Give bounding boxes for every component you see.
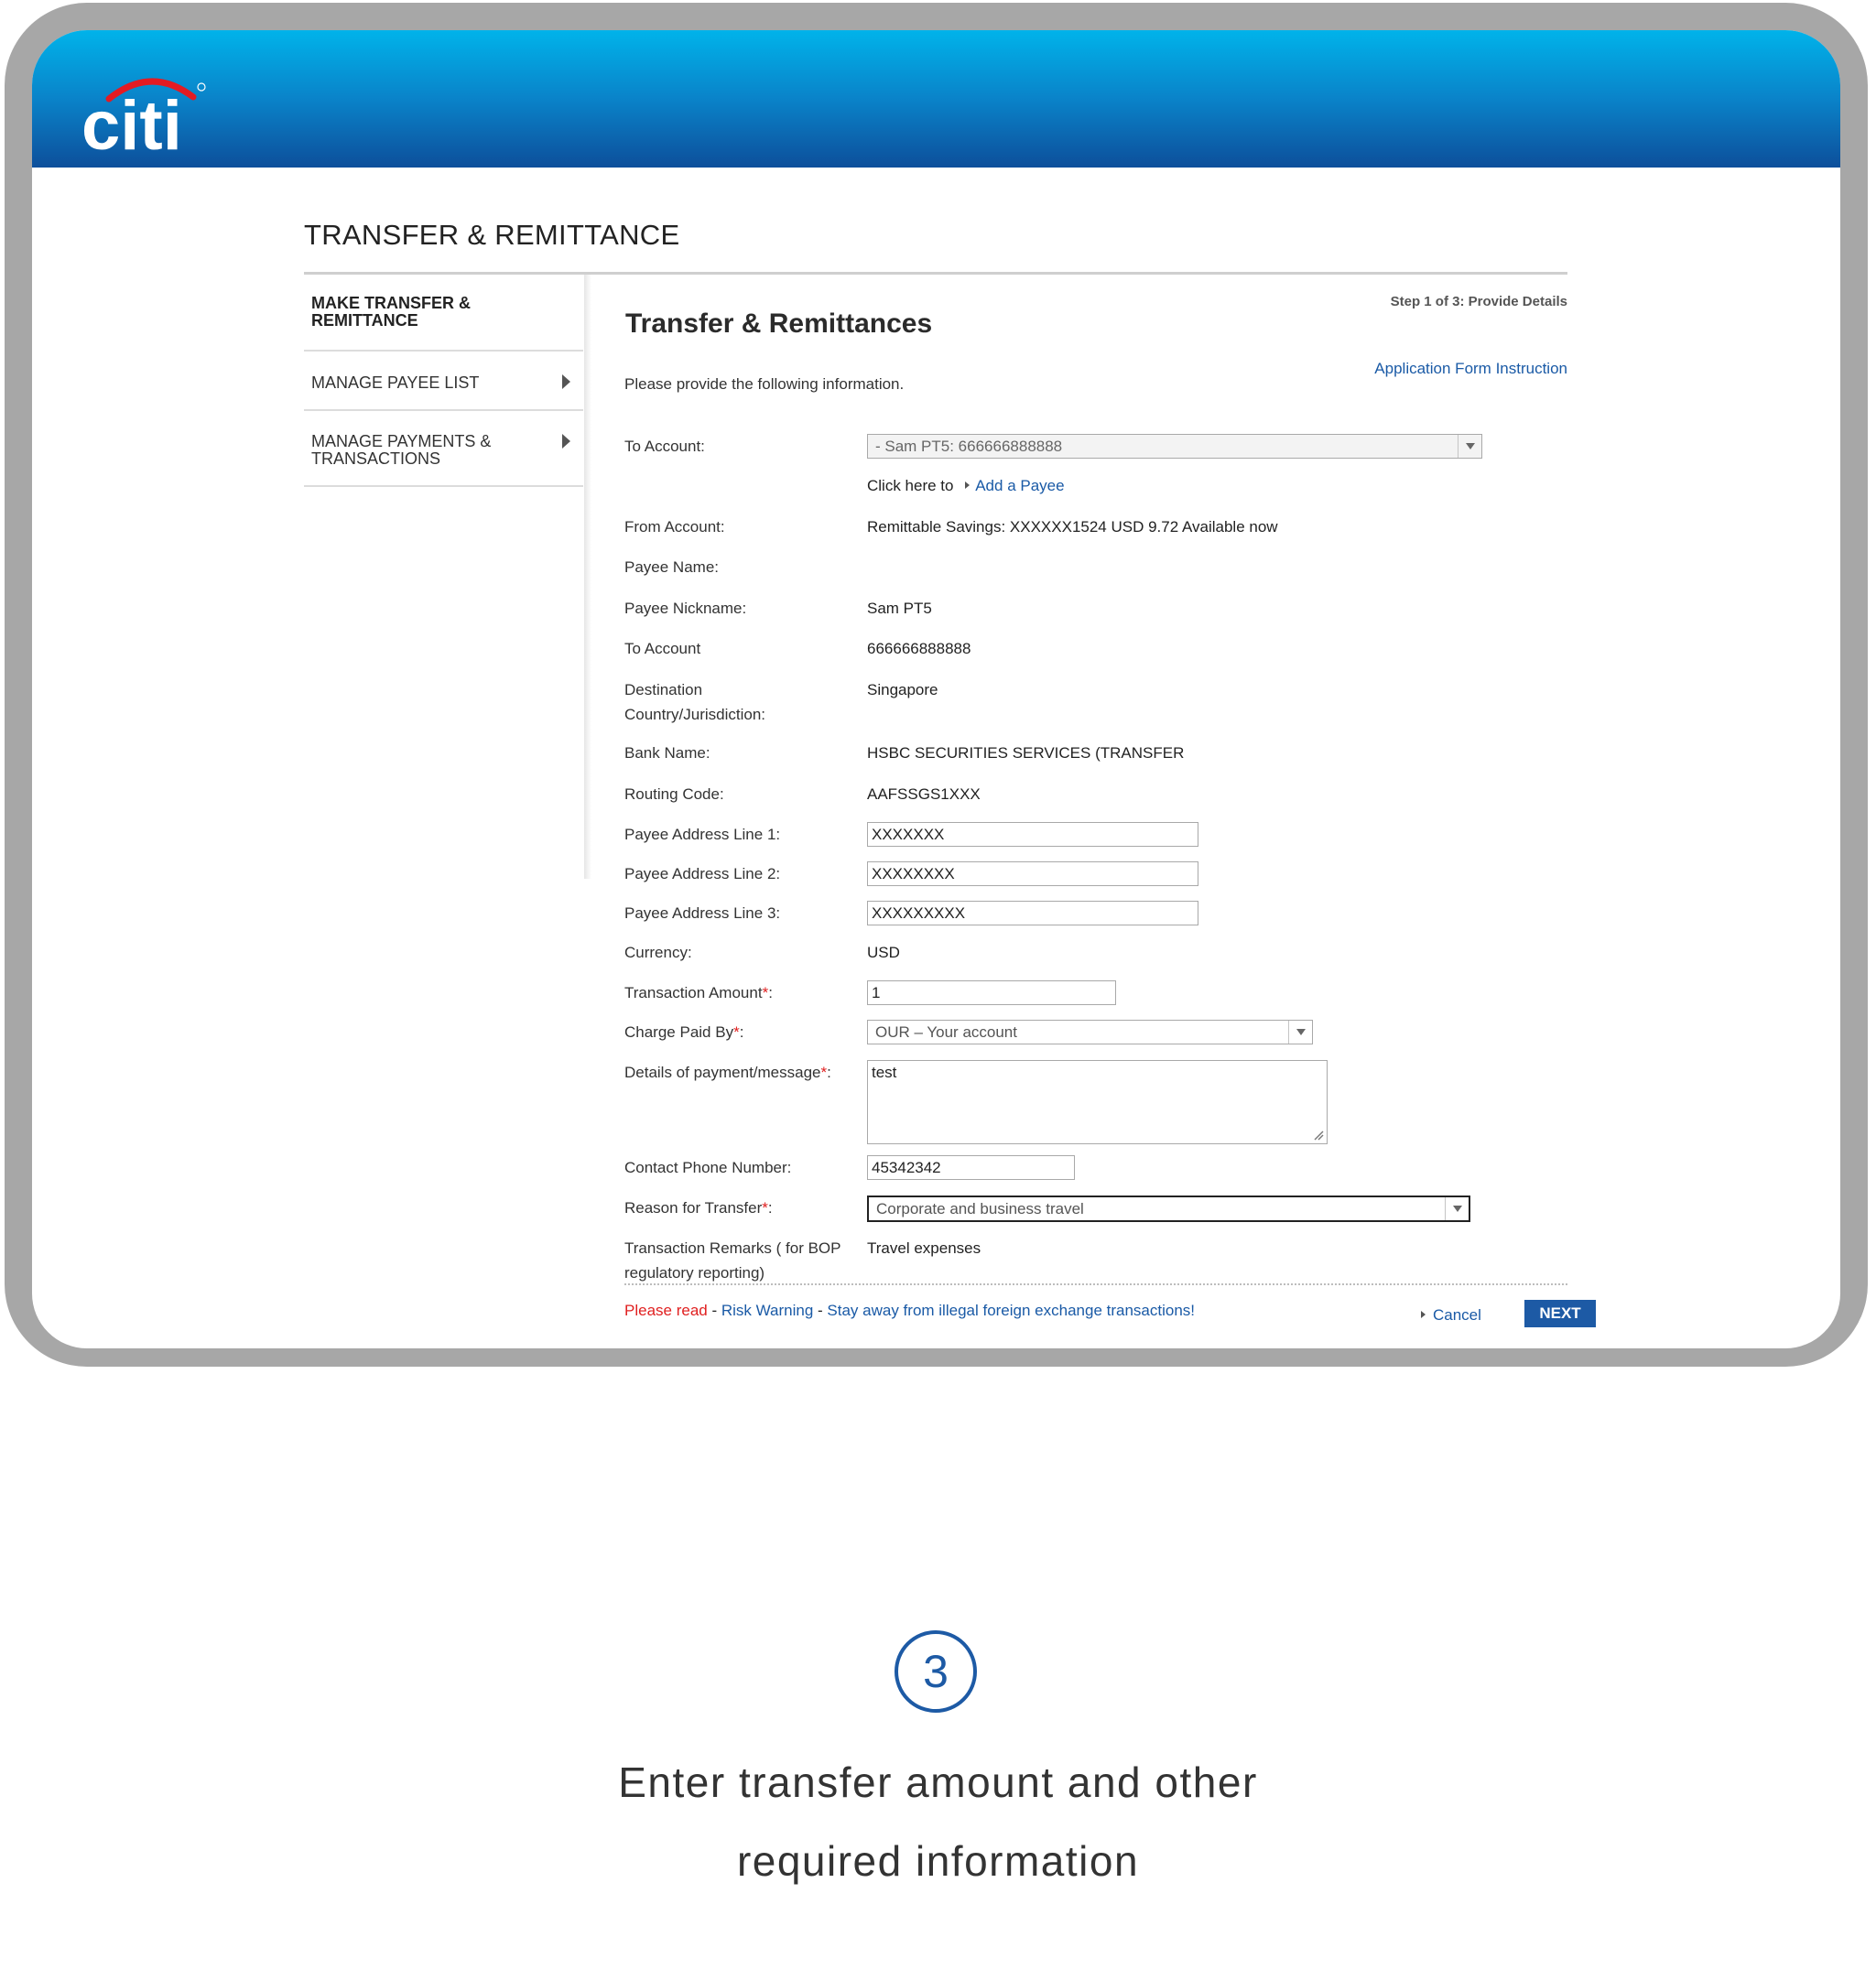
sidebar-item-label: MANAGE PAYEE LIST bbox=[311, 373, 480, 392]
dotted-divider bbox=[624, 1283, 1567, 1285]
destination-value: Singapore bbox=[867, 681, 938, 698]
step-indicator: Step 1 of 3: Provide Details bbox=[1390, 294, 1567, 309]
please-read-text: Please read bbox=[624, 1302, 708, 1319]
sidebar-item-label: MANAGE PAYMENTS & TRANSACTIONS bbox=[311, 432, 492, 468]
details-label: Details of payment/message*: bbox=[624, 1060, 831, 1085]
address-line-3-input[interactable]: XXXXXXXXX bbox=[867, 901, 1198, 925]
colon: : bbox=[768, 984, 773, 1001]
remarks-value: Travel expenses bbox=[867, 1239, 981, 1257]
sidebar-item-manage-payee-list[interactable]: MANAGE PAYEE LIST bbox=[304, 352, 583, 411]
intro-text: Please provide the following information… bbox=[624, 375, 905, 393]
address-line-2-input[interactable]: XXXXXXXX bbox=[867, 861, 1198, 886]
chevron-right-icon bbox=[562, 434, 570, 449]
resize-grip-icon[interactable] bbox=[1313, 1130, 1324, 1141]
amount-label: Transaction Amount*: bbox=[624, 980, 773, 1005]
payee-nickname-value: Sam PT5 bbox=[867, 600, 932, 617]
browser-screen: citi TRANSFER & REMITTANCE MAKE TRANSFER… bbox=[32, 30, 1840, 1348]
transaction-amount-input[interactable]: 1 bbox=[867, 980, 1116, 1005]
remarks-label: Transaction Remarks ( for BOP regulatory… bbox=[624, 1236, 841, 1285]
currency-label: Currency: bbox=[624, 944, 692, 961]
remarks-label-line2: regulatory reporting) bbox=[624, 1264, 765, 1282]
amount-label-text: Transaction Amount bbox=[624, 984, 763, 1001]
address-line-2-label: Payee Address Line 2: bbox=[624, 865, 781, 882]
charge-paid-by-selected: OUR – Your account bbox=[875, 1023, 1017, 1041]
contact-phone-input[interactable]: 45342342 bbox=[867, 1155, 1075, 1180]
to-account-detail-label: To Account bbox=[624, 640, 701, 657]
cancel-link[interactable]: Cancel bbox=[1421, 1306, 1481, 1325]
chevron-down-icon bbox=[1288, 1021, 1312, 1044]
header-bar: citi bbox=[32, 30, 1840, 168]
colon: : bbox=[739, 1023, 744, 1041]
reason-label: Reason for Transfer*: bbox=[624, 1196, 773, 1220]
reason-for-transfer-select[interactable]: Corporate and business travel bbox=[867, 1196, 1470, 1222]
phone-label: Contact Phone Number: bbox=[624, 1159, 792, 1176]
cancel-label: Cancel bbox=[1433, 1306, 1481, 1324]
to-account-label: To Account: bbox=[624, 438, 705, 455]
charge-paid-by-select[interactable]: OUR – Your account bbox=[867, 1020, 1313, 1044]
caption-line-2: required information bbox=[736, 1837, 1140, 1885]
sidebar-item-make-transfer[interactable]: MAKE TRANSFER & REMITTANCE bbox=[304, 275, 583, 352]
destination-label-line2: Country/Jurisdiction: bbox=[624, 706, 766, 723]
bank-name-value: HSBC SECURITIES SERVICES (TRANSFER bbox=[867, 744, 1185, 762]
payee-nickname-label: Payee Nickname: bbox=[624, 600, 747, 617]
from-account-label: From Account: bbox=[624, 518, 725, 536]
currency-value: USD bbox=[867, 944, 900, 961]
application-form-instruction-link[interactable]: Application Form Instruction bbox=[1374, 360, 1567, 378]
address-line-3-label: Payee Address Line 3: bbox=[624, 904, 781, 922]
remarks-label-line1: Transaction Remarks ( for BOP bbox=[624, 1239, 841, 1257]
colon: : bbox=[767, 1199, 773, 1217]
device-frame: citi TRANSFER & REMITTANCE MAKE TRANSFER… bbox=[5, 3, 1868, 1367]
chevron-right-icon bbox=[562, 374, 570, 389]
sidebar-item-manage-payments[interactable]: MANAGE PAYMENTS & TRANSACTIONS bbox=[304, 411, 583, 487]
from-account-value: Remittable Savings: XXXXXX1524 USD 9.72 … bbox=[867, 518, 1278, 536]
chevron-down-icon bbox=[1445, 1197, 1469, 1220]
destination-label-line1: Destination bbox=[624, 681, 703, 698]
triangle-right-icon bbox=[1421, 1310, 1426, 1318]
payee-name-label: Payee Name: bbox=[624, 558, 719, 576]
routing-code-value: AAFSSGS1XXX bbox=[867, 785, 981, 803]
destination-label: Destination Country/Jurisdiction: bbox=[624, 677, 765, 727]
routing-code-label: Routing Code: bbox=[624, 785, 724, 803]
separator: - bbox=[707, 1302, 721, 1319]
charge-label-text: Charge Paid By bbox=[624, 1023, 734, 1041]
bank-name-label: Bank Name: bbox=[624, 744, 710, 762]
reason-selected: Corporate and business travel bbox=[876, 1200, 1084, 1217]
to-account-select[interactable]: - Sam PT5: 666666888888 bbox=[867, 434, 1482, 459]
section-title: TRANSFER & REMITTANCE bbox=[304, 219, 680, 251]
sidebar-item-label: MAKE TRANSFER & REMITTANCE bbox=[311, 294, 471, 330]
add-payee-link[interactable]: Add a Payee bbox=[975, 477, 1064, 494]
colon: : bbox=[827, 1064, 831, 1081]
required-mark: * bbox=[762, 1199, 768, 1217]
details-label-text: Details of payment/message bbox=[624, 1064, 821, 1081]
page-content: TRANSFER & REMITTANCE MAKE TRANSFER & RE… bbox=[32, 168, 1840, 1348]
illegal-fx-link[interactable]: Stay away from illegal foreign exchange … bbox=[827, 1302, 1195, 1319]
caption-line-1: Enter transfer amount and other bbox=[618, 1758, 1258, 1806]
citi-logo: citi bbox=[81, 78, 206, 160]
page-title: Transfer & Remittances bbox=[625, 308, 933, 339]
triangle-right-icon bbox=[965, 481, 971, 489]
add-payee-line: Click here to Add a Payee bbox=[867, 473, 1065, 498]
svg-text:citi: citi bbox=[81, 87, 182, 160]
to-account-detail-value: 666666888888 bbox=[867, 640, 971, 657]
details-textarea[interactable]: test bbox=[867, 1060, 1328, 1144]
charge-paid-by-label: Charge Paid By*: bbox=[624, 1020, 743, 1044]
separator: - bbox=[813, 1302, 828, 1319]
to-account-selected: - Sam PT5: 666666888888 bbox=[875, 438, 1063, 455]
details-textarea-value: test bbox=[872, 1064, 897, 1081]
step-number-badge: 3 bbox=[895, 1630, 977, 1713]
click-here-text: Click here to bbox=[867, 477, 954, 494]
address-line-1-input[interactable]: XXXXXXX bbox=[867, 822, 1198, 847]
chevron-down-icon bbox=[1458, 435, 1481, 458]
reason-label-text: Reason for Transfer bbox=[624, 1199, 763, 1217]
risk-note: Please read - Risk Warning - Stay away f… bbox=[624, 1302, 1195, 1320]
required-mark: * bbox=[733, 1023, 740, 1041]
sidebar-shadow bbox=[584, 275, 591, 879]
risk-warning-link[interactable]: Risk Warning bbox=[721, 1302, 813, 1319]
address-line-1-label: Payee Address Line 1: bbox=[624, 826, 781, 843]
next-button[interactable]: NEXT bbox=[1524, 1300, 1596, 1327]
sidebar: MAKE TRANSFER & REMITTANCE MANAGE PAYEE … bbox=[304, 275, 583, 487]
